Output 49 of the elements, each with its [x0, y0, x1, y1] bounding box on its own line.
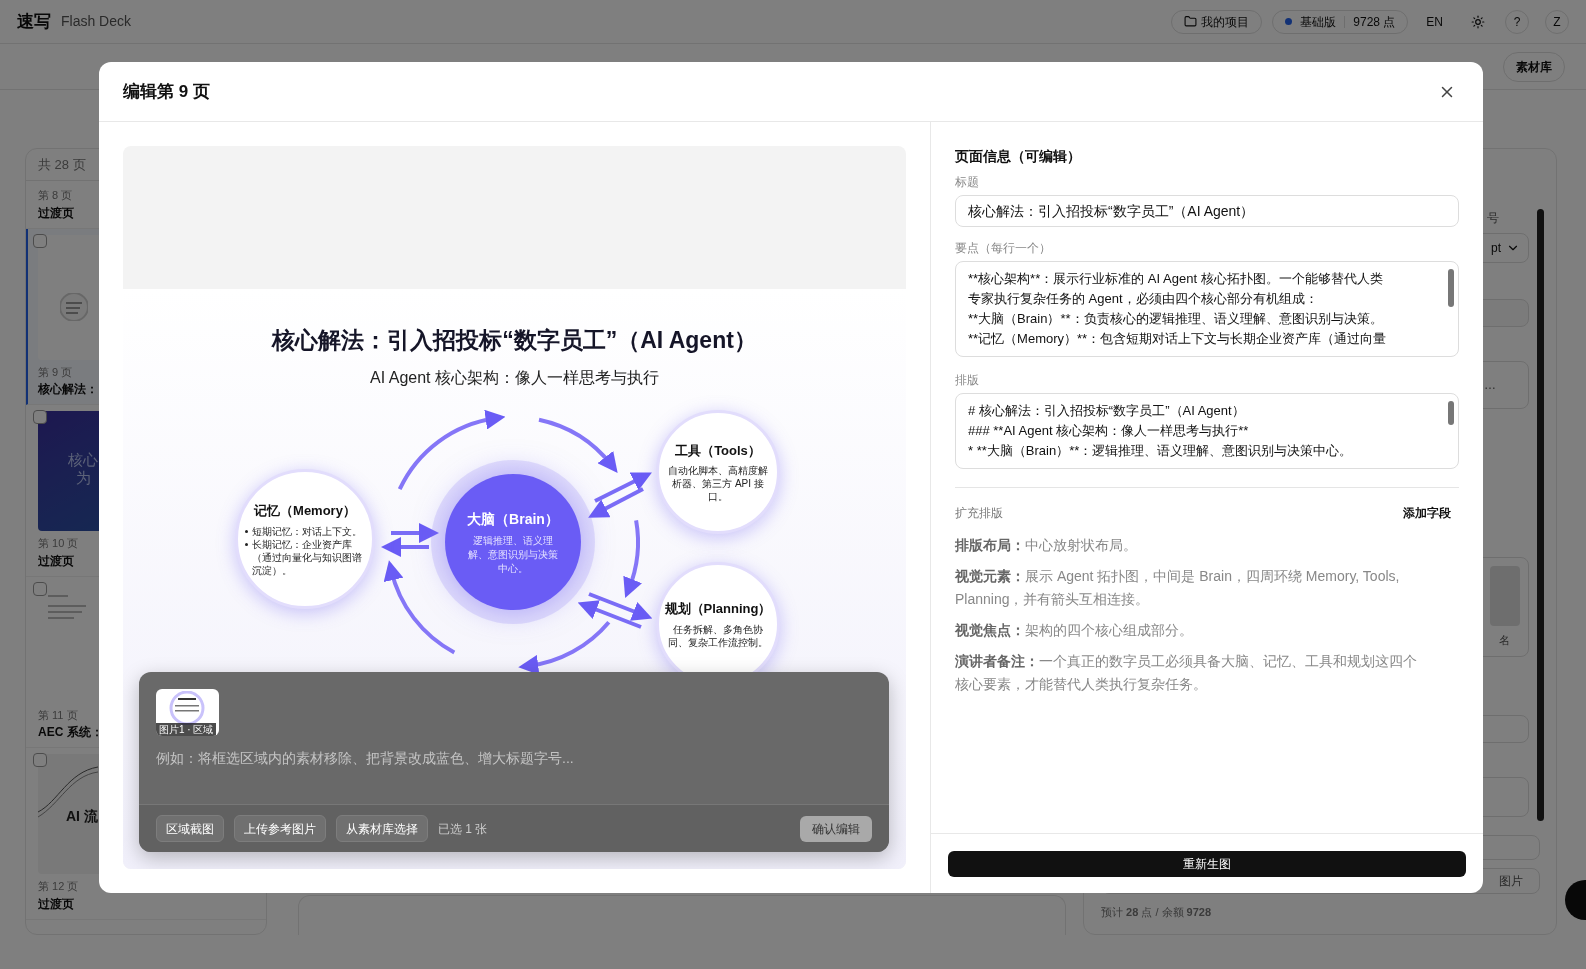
plan-label: 基础版 [1300, 13, 1337, 31]
field-label: 要点（每行一个） [955, 240, 1052, 257]
node-text: 长期记忆：企业资产库（通过向量化与知识图谱沉淀）。 [252, 537, 363, 577]
page-title: AEC 系统： [38, 724, 103, 741]
slide-subtitle: AI Agent 核心架构：像人一样思考与执行 [370, 367, 659, 388]
textarea-line: **记忆（Memory）**：包含短期对话上下文与长期企业资产库（通过向量 [968, 330, 1387, 348]
page-number: 第 8 页 [38, 188, 73, 203]
node-text: 短期记忆：对话上下文。 [252, 524, 362, 538]
selected-count: 已选 1 张 [438, 820, 488, 838]
textarea-line: * **大脑（Brain）**：逻辑推理、语义理解、意图识别与决策中心。 [968, 442, 1353, 460]
section-heading: 页面信息（可编辑） [955, 147, 1082, 166]
textarea-line: ### **AI Agent 核心架构：像人一样思考与执行** [968, 422, 1249, 440]
page-title: 过渡页 [38, 204, 74, 222]
textarea-line: # 核心解法：引入招投标“数字员工”（AI Agent） [968, 402, 1245, 420]
cost-estimate: 预计 28 点 / 余额 9728 [1101, 904, 1213, 920]
thumbnail-text: AI 流 [66, 807, 98, 826]
textarea-line: 专家执行复杂任务的 Agent，必须由四个核心部分有机组成： [968, 290, 1318, 308]
page-number: 第 12 页 [38, 879, 79, 894]
node-title: 规划（Planning） [664, 600, 772, 619]
layout-note: 视觉焦点：架构的四个核心组成部分。 [955, 621, 1194, 640]
layout-note: 演讲者备注：一个真正的数字员工必须具备大脑、记忆、工具和规划这四个核心要素，才能替代人类执行复杂任务。 [955, 652, 1418, 694]
node-text: 逻辑推理、语义理解、意图识别与决策中心。 [467, 533, 559, 576]
field-label: 标题 [955, 174, 980, 191]
textarea-line: **大脑（Brain）**：负责核心的逻辑推理、语义理解、意图识别与决策。 [968, 310, 1383, 328]
node-title: 工具（Tools） [675, 441, 761, 460]
field-label: 号 [1487, 210, 1500, 227]
points-balance: 9728 点 [1353, 13, 1396, 31]
layout-note: 视觉元素：展示 Agent 拓扑图，中间是 Brain，四周环绕 Memory, Tools, Planning，并有箭头互相连接。 [955, 567, 1401, 609]
dialog-title: 编辑第 9 页 [123, 80, 210, 103]
node-text: 自动化脚本、高精度解析器、第三方 API 接口。 [667, 464, 769, 504]
thumbnail-text: 为 [75, 469, 91, 487]
node-text: 任务拆解、多角色协同、复杂工作流控制。 [667, 622, 769, 649]
product-name: Flash Deck [61, 12, 132, 31]
image-caption: 名 [1499, 632, 1510, 648]
page-number: 第 9 页 [38, 364, 73, 380]
page-title: 过渡页 [38, 895, 74, 913]
field-label: 排版 [955, 372, 980, 389]
node-title: 大脑（Brain） [467, 509, 559, 529]
page-title: 过渡页 [38, 552, 74, 570]
page-number: 第 11 页 [38, 707, 78, 723]
layout-note: 排版布局：中心放射状布局。 [955, 536, 1138, 555]
page-number: 第 10 页 [38, 536, 79, 551]
section-label: 扩充排版 [955, 505, 1003, 522]
slide-title: 核心解法：引入招投标“数字员工”（AI Agent） [272, 326, 757, 355]
textarea-line: **核心架构**：展示行业标准的 AI Agent 核心拓扑图。一个能够替代人类 [968, 270, 1383, 288]
node-title: 记忆（Memory） [254, 502, 356, 521]
page-title: 核心解法： [38, 381, 98, 398]
thumbnail-caption: 图片1 · 区域 [156, 723, 217, 736]
thumbnail-text: 核心 [68, 451, 98, 469]
